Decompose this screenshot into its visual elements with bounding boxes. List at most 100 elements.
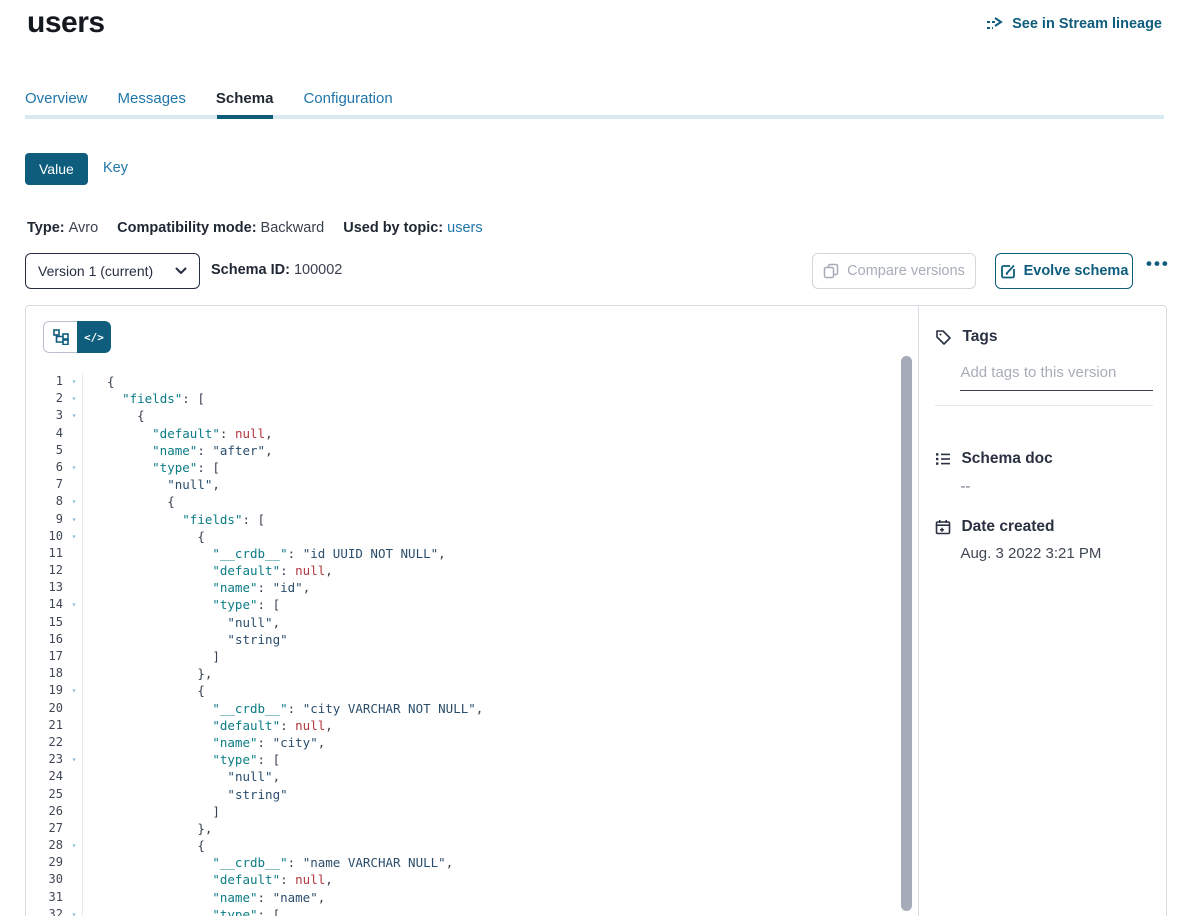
code-line: 13 "name": "id", [26, 579, 918, 596]
line-number: 12 [26, 562, 66, 579]
fold-toggle-icon[interactable]: ▾ [66, 751, 82, 768]
code-line: 19▾ { [26, 682, 918, 699]
tags-heading-label: Tags [962, 328, 997, 346]
fold-spacer [66, 871, 82, 888]
fold-spacer [66, 803, 82, 820]
schema-code[interactable]: 1▾{2▾ "fields": [3▾ {4 "default": null,5… [26, 373, 918, 916]
more-actions-button[interactable]: ••• [1146, 254, 1170, 274]
evolve-schema-button[interactable]: Evolve schema [995, 253, 1133, 289]
editor-view-toggle: </> [43, 321, 111, 353]
code-line: 8▾ { [26, 493, 918, 510]
code-line: 14▾ "type": [ [26, 596, 918, 613]
code-line: 32▾ "type": [ [26, 906, 918, 916]
fold-spacer [66, 820, 82, 837]
fold-toggle-icon[interactable]: ▾ [66, 682, 82, 699]
line-number: 11 [26, 545, 66, 562]
tree-view-icon [53, 329, 69, 345]
line-number: 28 [26, 837, 66, 854]
code-line: 9▾ "fields": [ [26, 511, 918, 528]
evolve-schema-label: Evolve schema [1024, 263, 1129, 279]
type-value: Avro [69, 220, 99, 236]
code-line: 18 }, [26, 665, 918, 682]
stream-lineage-label: See in Stream lineage [1012, 16, 1162, 32]
code-line: 24 "null", [26, 768, 918, 785]
schema-id-label: Schema ID: [211, 262, 290, 278]
line-number: 21 [26, 717, 66, 734]
fold-spacer [66, 717, 82, 734]
compatibility-field: Compatibility mode: Backward [117, 220, 324, 236]
fold-toggle-icon[interactable]: ▾ [66, 528, 82, 545]
stream-lineage-link[interactable]: See in Stream lineage [986, 16, 1162, 32]
line-number: 26 [26, 803, 66, 820]
page-title: users [27, 6, 105, 40]
fold-spacer [66, 665, 82, 682]
code-line: 16 "string" [26, 631, 918, 648]
line-number: 25 [26, 786, 66, 803]
code-line: 12 "default": null, [26, 562, 918, 579]
fold-toggle-icon[interactable]: ▾ [66, 459, 82, 476]
fold-toggle-icon[interactable]: ▾ [66, 373, 82, 390]
version-dropdown[interactable]: Version 1 (current) [25, 253, 200, 289]
fold-toggle-icon[interactable]: ▾ [66, 596, 82, 613]
line-number: 10 [26, 528, 66, 545]
code-line: 26 ] [26, 803, 918, 820]
line-number: 2 [26, 390, 66, 407]
tag-icon [935, 329, 952, 346]
compatibility-label: Compatibility mode: [117, 220, 256, 236]
stream-lineage-icon [986, 17, 1005, 31]
schema-doc-value: -- [960, 478, 970, 495]
line-number: 32 [26, 906, 66, 916]
schema-id-value: 100002 [294, 262, 342, 278]
code-line: 2▾ "fields": [ [26, 390, 918, 407]
line-number: 29 [26, 854, 66, 871]
key-toggle-button[interactable]: Key [103, 160, 128, 176]
fold-spacer [66, 545, 82, 562]
fold-spacer [66, 442, 82, 459]
used-by-topic-label: Used by topic: [343, 220, 443, 236]
code-line: 6▾ "type": [ [26, 459, 918, 476]
compatibility-value: Backward [261, 220, 325, 236]
code-line: 5 "name": "after", [26, 442, 918, 459]
code-view-icon: </> [84, 331, 104, 344]
line-number: 7 [26, 476, 66, 493]
line-number: 17 [26, 648, 66, 665]
line-number: 8 [26, 493, 66, 510]
line-number: 20 [26, 700, 66, 717]
fold-toggle-icon[interactable]: ▾ [66, 390, 82, 407]
fold-spacer [66, 734, 82, 751]
line-number: 1 [26, 373, 66, 390]
tree-view-button[interactable] [43, 321, 77, 353]
topic-link[interactable]: users [447, 220, 482, 236]
compare-versions-button[interactable]: Compare versions [812, 253, 976, 289]
code-line: 15 "null", [26, 614, 918, 631]
code-scrollbar[interactable] [901, 356, 912, 911]
code-line: 3▾ { [26, 407, 918, 424]
fold-spacer [66, 768, 82, 785]
chevron-down-icon [175, 267, 187, 275]
schema-id-field: Schema ID:100002 [211, 262, 342, 278]
code-line: 17 ] [26, 648, 918, 665]
fold-spacer [66, 786, 82, 803]
compare-icon [823, 263, 839, 279]
value-toggle-button[interactable]: Value [25, 153, 88, 185]
date-created-value: Aug. 3 2022 3:21 PM [960, 545, 1101, 562]
list-icon [935, 451, 951, 467]
code-line: 23▾ "type": [ [26, 751, 918, 768]
line-number: 19 [26, 682, 66, 699]
line-number: 31 [26, 889, 66, 906]
code-line: 7 "null", [26, 476, 918, 493]
fold-toggle-icon[interactable]: ▾ [66, 493, 82, 510]
fold-toggle-icon[interactable]: ▾ [66, 906, 82, 916]
code-line: 29 "__crdb__": "name VARCHAR NULL", [26, 854, 918, 871]
fold-toggle-icon[interactable]: ▾ [66, 837, 82, 854]
line-number: 9 [26, 511, 66, 528]
used-by-topic-field: Used by topic:users [343, 220, 482, 236]
add-tags-input[interactable] [960, 360, 1153, 391]
compare-versions-label: Compare versions [847, 263, 965, 279]
fold-toggle-icon[interactable]: ▾ [66, 511, 82, 528]
line-number: 16 [26, 631, 66, 648]
fold-toggle-icon[interactable]: ▾ [66, 407, 82, 424]
schema-editor: </> 1▾{2▾ "fields": [3▾ {4 "default": nu… [26, 306, 918, 916]
code-line: 1▾{ [26, 373, 918, 390]
code-view-button[interactable]: </> [77, 321, 111, 353]
